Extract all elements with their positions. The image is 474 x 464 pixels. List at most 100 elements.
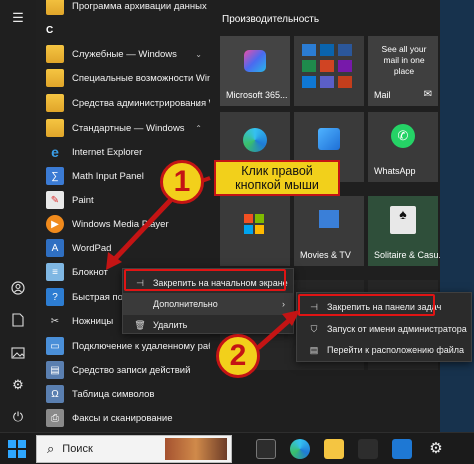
edge-taskbar-icon[interactable] [290, 439, 310, 459]
menu-item-uninstall[interactable]: 🗑 Удалить [123, 314, 293, 336]
whatsapp-icon: ✆ [391, 124, 415, 148]
highlight-box-pin-start [124, 269, 286, 291]
menu-item-label: Запуск от имени администратора [327, 324, 467, 334]
menu-item-more[interactable]: Дополнительно › [123, 293, 293, 315]
app-item-label: Подключение к удаленному рабочему столу [72, 340, 210, 352]
quick-assist-icon: ? [46, 288, 64, 306]
tile-office-apps[interactable] [294, 36, 364, 106]
step-badge-one: 1 [160, 160, 204, 204]
app-item-media-player[interactable]: ▶ Windows Media Player [36, 212, 210, 236]
app-item-remote-desktop[interactable]: ▭ Подключение к удаленному рабочему стол… [36, 334, 210, 358]
tile-microsoft-365[interactable]: Microsoft 365... [220, 36, 290, 106]
chevron-down-icon: ⌄ [195, 98, 202, 108]
tile-label: Mail [374, 90, 391, 100]
user-account-icon[interactable] [6, 276, 30, 300]
hamburger-menu-icon[interactable]: ☰ [6, 6, 30, 30]
app-item-fax-scan[interactable]: ⎙ Факсы и сканирование [36, 406, 210, 430]
remote-desktop-icon: ▭ [46, 337, 64, 355]
search-placeholder: Поиск [62, 443, 93, 455]
pictures-icon[interactable] [6, 341, 30, 365]
app-item-label: Средство записи действий [72, 364, 191, 376]
tile-movies-tv[interactable]: Movies & TV [294, 196, 364, 266]
app-item-accessibility[interactable]: Специальные возможности Windows [36, 66, 210, 90]
screenshot-root: ☰ ⚙ ⏻ Программа архивации данных С Служе… [0, 0, 474, 464]
step-badge-two: 2 [216, 334, 260, 378]
menu-item-label: Дополнительно [153, 299, 218, 309]
app-item-admin-tools[interactable]: Средства администрирования Windows ⌄ [36, 91, 210, 115]
app-item-label: Средства администрирования Windows [72, 97, 210, 109]
menu-item-run-as-admin[interactable]: ⛉ Запуск от имени администратора [297, 318, 471, 340]
app-item-label: Программа архивации данных [72, 0, 207, 12]
settings-taskbar-icon[interactable]: ⚙ [426, 439, 446, 459]
fax-scan-icon: ⎙ [46, 409, 64, 427]
folder-icon [46, 119, 64, 137]
app-item-label: Ножницы [72, 315, 114, 327]
app-item-label: Internet Explorer [72, 146, 143, 158]
tile-store[interactable] [220, 196, 290, 266]
menu-item-label: Перейти к расположению файла [327, 345, 465, 355]
shield-icon: ⛉ [310, 323, 318, 334]
tile-label: Solitaire & Casu... [374, 250, 447, 260]
section-letter-header[interactable]: С [46, 25, 53, 36]
app-item-label: Специальные возможности Windows [72, 72, 210, 84]
callout-line-1: Клик правой [241, 164, 313, 178]
steps-recorder-icon: ▤ [46, 361, 64, 379]
tile-group-title: Производительность [222, 14, 320, 25]
app-item-wordpad[interactable]: A WordPad [36, 236, 210, 260]
highlight-box-pin-taskbar [298, 294, 435, 316]
app-item-steps-recorder[interactable]: ▤ Средство записи действий [36, 358, 210, 382]
search-icon: ⌕ [47, 441, 55, 456]
tile-mail[interactable]: See all your mail in one place Mail ✉ [368, 36, 438, 106]
taskbar-search-box[interactable]: ⌕ Поиск [36, 435, 232, 463]
app-item-backup[interactable]: Программа архивации данных [36, 0, 210, 18]
tile-label: Microsoft 365... [226, 90, 288, 100]
app-item-label: Блокнот [72, 266, 108, 278]
windows-start-icon[interactable] [8, 440, 26, 458]
notepad-icon: ≡ [46, 263, 64, 281]
search-highlight-image [165, 438, 227, 460]
app-item-label: Таблица символов [72, 388, 155, 400]
task-view-icon[interactable] [256, 439, 276, 459]
start-left-rail: ☰ ⚙ ⏻ [0, 0, 36, 432]
menu-item-open-file-location[interactable]: ▤ Перейти к расположению файла [297, 339, 471, 361]
menu-item-label: Удалить [153, 320, 188, 330]
character-map-icon: Ω [46, 385, 64, 403]
tile-label: WhatsApp [374, 166, 416, 176]
app-item-label: Факсы и сканирование [72, 412, 173, 424]
media-player-icon: ▶ [46, 215, 64, 233]
app-item-system-tools[interactable]: Служебные — Windows ⌄ [36, 42, 210, 66]
chevron-up-icon: ⌃ [195, 123, 202, 133]
settings-gear-icon[interactable]: ⚙ [6, 373, 30, 397]
documents-icon[interactable] [6, 308, 30, 332]
app-item-label: Paint [72, 194, 94, 206]
app-item-label: Служебные — Windows [72, 48, 177, 60]
math-input-icon: ∑ [46, 167, 64, 185]
chevron-right-icon: › [282, 299, 285, 309]
microsoft-365-icon [244, 50, 266, 72]
annotation-callout: Клик правой кнопкой мыши [214, 160, 340, 196]
paint-icon: ✎ [46, 191, 64, 209]
movies-tv-icon [319, 210, 339, 228]
office-apps-icon [302, 44, 352, 88]
tile-whatsapp[interactable]: ✆ WhatsApp [368, 112, 438, 182]
power-icon[interactable]: ⏻ [6, 405, 30, 429]
folder-icon [46, 0, 64, 15]
store-taskbar-icon[interactable] [358, 439, 378, 459]
mail-tile-text: See all your mail in one place [381, 44, 427, 76]
file-explorer-icon[interactable] [324, 439, 344, 459]
start-app-list: Программа архивации данных С Служебные —… [36, 0, 210, 432]
app-item-label: Стандартные — Windows [72, 122, 185, 134]
playing-cards-icon: ♠ [390, 206, 416, 234]
folder-icon [46, 45, 64, 63]
app-item-character-map[interactable]: Ω Таблица символов [36, 382, 210, 406]
tile-solitaire[interactable]: ♠ Solitaire & Casu... [368, 196, 446, 266]
mail-taskbar-icon[interactable] [392, 439, 412, 459]
trash-icon: 🗑 [134, 319, 146, 330]
callout-line-2: кнопкой мыши [235, 178, 319, 192]
desktop-background-strip [440, 0, 474, 432]
app-item-label: Math Input Panel [72, 170, 144, 182]
app-item-accessories[interactable]: Стандартные — Windows ⌃ [36, 116, 210, 140]
photos-icon [318, 128, 340, 150]
tile-label: Movies & TV [300, 250, 351, 260]
folder-icon [46, 94, 64, 112]
